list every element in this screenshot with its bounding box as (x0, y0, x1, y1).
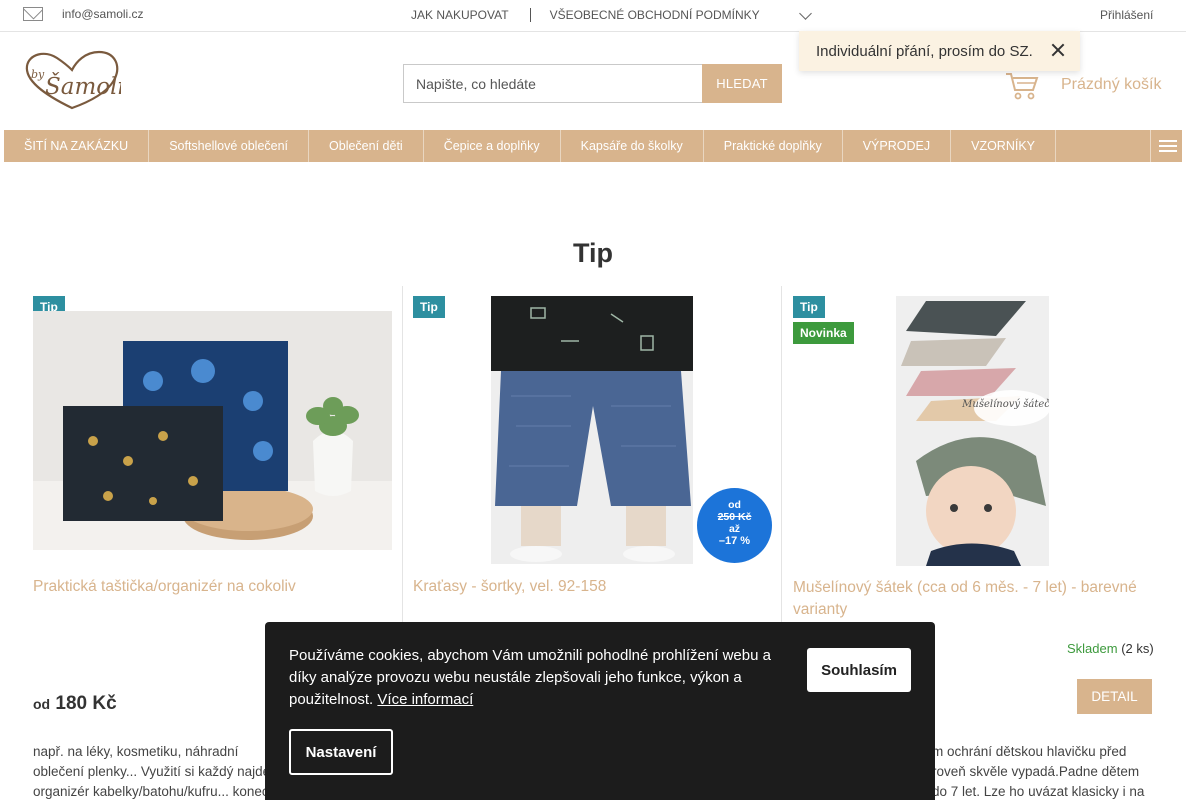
nav-item-pockets[interactable]: Kapsáře do školky (561, 130, 704, 162)
flag-tip: Tip (413, 296, 445, 318)
price-value: 180 Kč (55, 693, 117, 714)
flag-new: Novinka (793, 322, 854, 344)
cart[interactable]: Prázdný košík (1005, 70, 1161, 100)
mail-icon (23, 7, 43, 21)
discount-from: od (728, 499, 741, 511)
product-image[interactable] (491, 296, 693, 564)
discount-badge: od 250 Kč až –17 % (697, 488, 772, 563)
cart-icon (1006, 73, 1039, 100)
top-nav: JAK NAKUPOVAT VŠEOBECNÉ OBCHODNÍ PODMÍNK… (411, 8, 760, 22)
product-description: např. na léky, kosmetiku, náhradní obleč… (33, 744, 271, 799)
stock-status: Skladem (1067, 641, 1118, 656)
accept-cookies-button[interactable]: Souhlasím (807, 648, 911, 692)
brand-logo[interactable]: by Šamoli (23, 50, 121, 112)
detail-button[interactable]: DETAIL (1077, 679, 1152, 714)
product-image[interactable] (33, 311, 392, 550)
nav-item-softshell[interactable]: Softshellové oblečení (149, 130, 310, 162)
discount-percent: –17 % (718, 535, 751, 547)
top-bar: info@samoli.cz JAK NAKUPOVAT VŠEOBECNÉ O… (0, 0, 1186, 32)
menu-icon[interactable] (1150, 130, 1182, 162)
cookie-text-block: Používáme cookies, abychom Vám umožnili … (289, 645, 789, 711)
nav-item-hats[interactable]: Čepice a doplňky (424, 130, 561, 162)
svg-text:by: by (31, 68, 45, 81)
price-prefix: od (33, 696, 51, 712)
search-input[interactable] (403, 64, 702, 103)
svg-text:Šamoli: Šamoli (45, 73, 121, 100)
stock-info: Skladem (2 ks) (1067, 641, 1154, 656)
cookie-text: Používáme cookies, abychom Vám umožnili … (289, 647, 771, 708)
image-caption: Mušelínový šáteček (961, 399, 1049, 410)
cart-label[interactable]: Prázdný košík (1061, 76, 1161, 94)
top-link-how-to-buy[interactable]: JAK NAKUPOVAT (411, 8, 509, 22)
top-link-terms[interactable]: VŠEOBECNÉ OBCHODNÍ PODMÍNKY (550, 8, 760, 22)
main-navigation: ŠITÍ NA ZAKÁZKU Softshellové oblečení Ob… (4, 130, 1182, 162)
flag-tip: Tip (793, 296, 825, 318)
search-bar: HLEDAT (403, 64, 782, 103)
nav-item-samples[interactable]: VZORNÍKY (951, 130, 1057, 162)
cookie-settings-button[interactable]: Nastavení (289, 729, 393, 775)
nav-item-practical[interactable]: Praktické doplňky (704, 130, 843, 162)
product-name[interactable]: Mušelínový šátek (cca od 6 měs. - 7 let)… (793, 577, 1158, 621)
cookie-banner: Používáme cookies, abychom Vám umožnili … (265, 622, 935, 800)
product-name[interactable]: Kraťasy - šortky, vel. 92-158 (413, 576, 763, 598)
product-description: m ochrání dětskou hlavičku před roveň sk… (932, 744, 1145, 799)
chevron-down-icon[interactable] (799, 7, 812, 20)
discount-old-price: 250 Kč (717, 511, 752, 523)
notification-toast: Individuální přání, prosím do SZ. (799, 31, 1080, 71)
login-link[interactable]: Přihlášení (1100, 8, 1153, 22)
product-image[interactable]: Mušelínový šáteček (896, 296, 1049, 566)
discount-to: až (728, 523, 741, 535)
section-title: Tip (573, 238, 613, 268)
stock-count: (2 ks) (1121, 641, 1154, 656)
search-button[interactable]: HLEDAT (702, 64, 782, 103)
email-text[interactable]: info@samoli.cz (62, 7, 144, 21)
nav-item-sale[interactable]: VÝPRODEJ (843, 130, 952, 162)
product-price: od 180 Kč (33, 693, 117, 715)
nav-item-kids-clothing[interactable]: Oblečení děti (309, 130, 424, 162)
more-info-link[interactable]: Více informací (377, 691, 473, 708)
close-icon[interactable] (1050, 42, 1066, 58)
product-name[interactable]: Praktická taštička/organizér na cokoliv (33, 576, 383, 598)
toast-message: Individuální přání, prosím do SZ. (816, 42, 1033, 60)
contact-email[interactable]: info@samoli.cz (23, 7, 144, 21)
nav-item-custom-sewing[interactable]: ŠITÍ NA ZAKÁZKU (4, 130, 150, 162)
divider (529, 8, 531, 22)
